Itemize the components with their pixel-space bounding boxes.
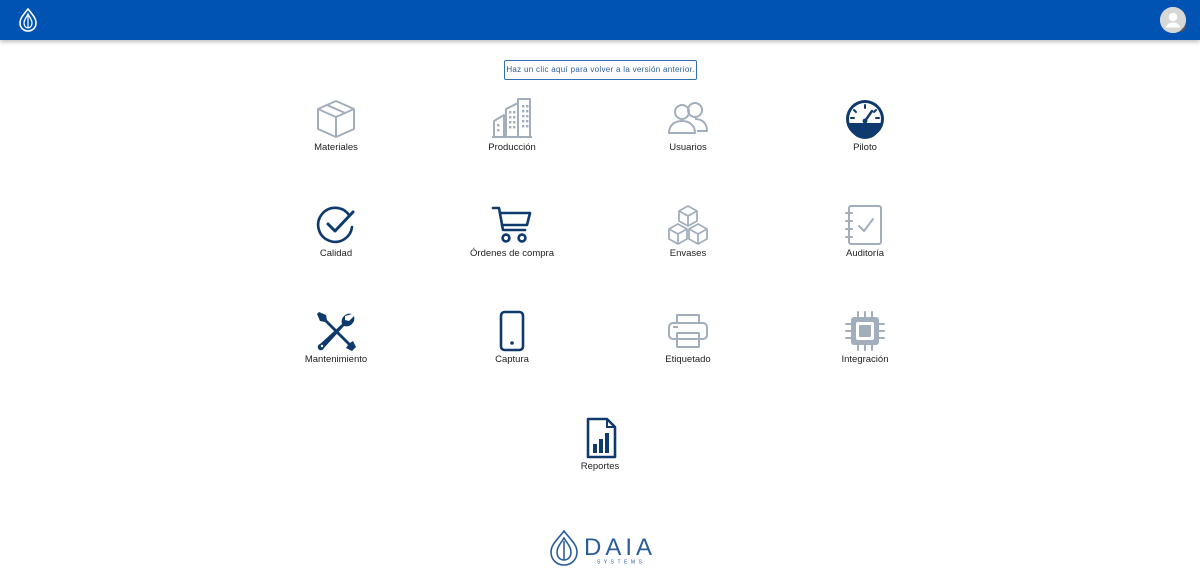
module-reportes[interactable]: Reportes	[530, 417, 670, 488]
module-label: Auditoría	[845, 248, 885, 259]
shopping-cart-icon	[491, 206, 532, 243]
daia-drop-logo-icon	[550, 530, 578, 566]
module-auditoria[interactable]: Auditoría	[795, 205, 935, 275]
brand-name: DAIA	[584, 534, 654, 561]
legacy-version-button[interactable]: Haz un clic aquí para volver a la versió…	[504, 60, 697, 80]
check-circle-icon	[316, 206, 355, 244]
module-label: Usuarios	[669, 142, 707, 153]
module-ordenes-compra[interactable]: Órdenes de compra	[442, 205, 582, 275]
module-label: Calidad	[319, 248, 353, 259]
chip-icon	[845, 311, 885, 351]
gauge-icon	[846, 100, 884, 139]
report-chart-icon	[586, 417, 617, 459]
module-usuarios[interactable]: Usuarios	[618, 99, 758, 169]
module-envases[interactable]: Envases	[618, 205, 758, 275]
users-icon	[668, 102, 708, 134]
daia-systems-logo: DAIA SYSTEMS	[550, 530, 654, 566]
daia-drop-logo-icon[interactable]	[15, 7, 41, 33]
factory-icon	[492, 98, 532, 138]
module-label: Materiales	[314, 142, 358, 153]
module-label: Envases	[669, 248, 707, 259]
module-label: Integración	[841, 354, 889, 365]
module-label: Piloto	[853, 142, 877, 153]
tools-icon	[317, 312, 356, 351]
module-integracion[interactable]: Integración	[795, 311, 935, 381]
module-label: Captura	[495, 354, 529, 365]
module-label: Mantenimiento	[304, 354, 368, 365]
module-etiquetado[interactable]: Etiquetado	[618, 311, 758, 381]
module-label: Reportes	[580, 461, 620, 472]
box-icon	[317, 100, 355, 138]
module-label: Etiquetado	[665, 354, 711, 365]
module-mantenimiento[interactable]: Mantenimiento	[266, 311, 406, 381]
cubes-icon	[668, 205, 708, 245]
module-label: Producción	[488, 142, 536, 153]
module-materiales[interactable]: Materiales	[266, 99, 406, 169]
module-piloto[interactable]: Piloto	[795, 99, 935, 169]
mobile-phone-icon	[499, 310, 525, 352]
user-avatar-icon[interactable]	[1160, 7, 1187, 33]
module-captura[interactable]: Captura	[442, 310, 582, 381]
module-label: Órdenes de compra	[470, 248, 554, 259]
checklist-notebook-icon	[845, 205, 882, 245]
printer-icon	[668, 314, 708, 348]
top-bar	[0, 0, 1200, 40]
module-calidad[interactable]: Calidad	[266, 205, 406, 275]
module-produccion[interactable]: Producción	[442, 98, 582, 169]
brand-subtitle: SYSTEMS	[597, 560, 645, 566]
